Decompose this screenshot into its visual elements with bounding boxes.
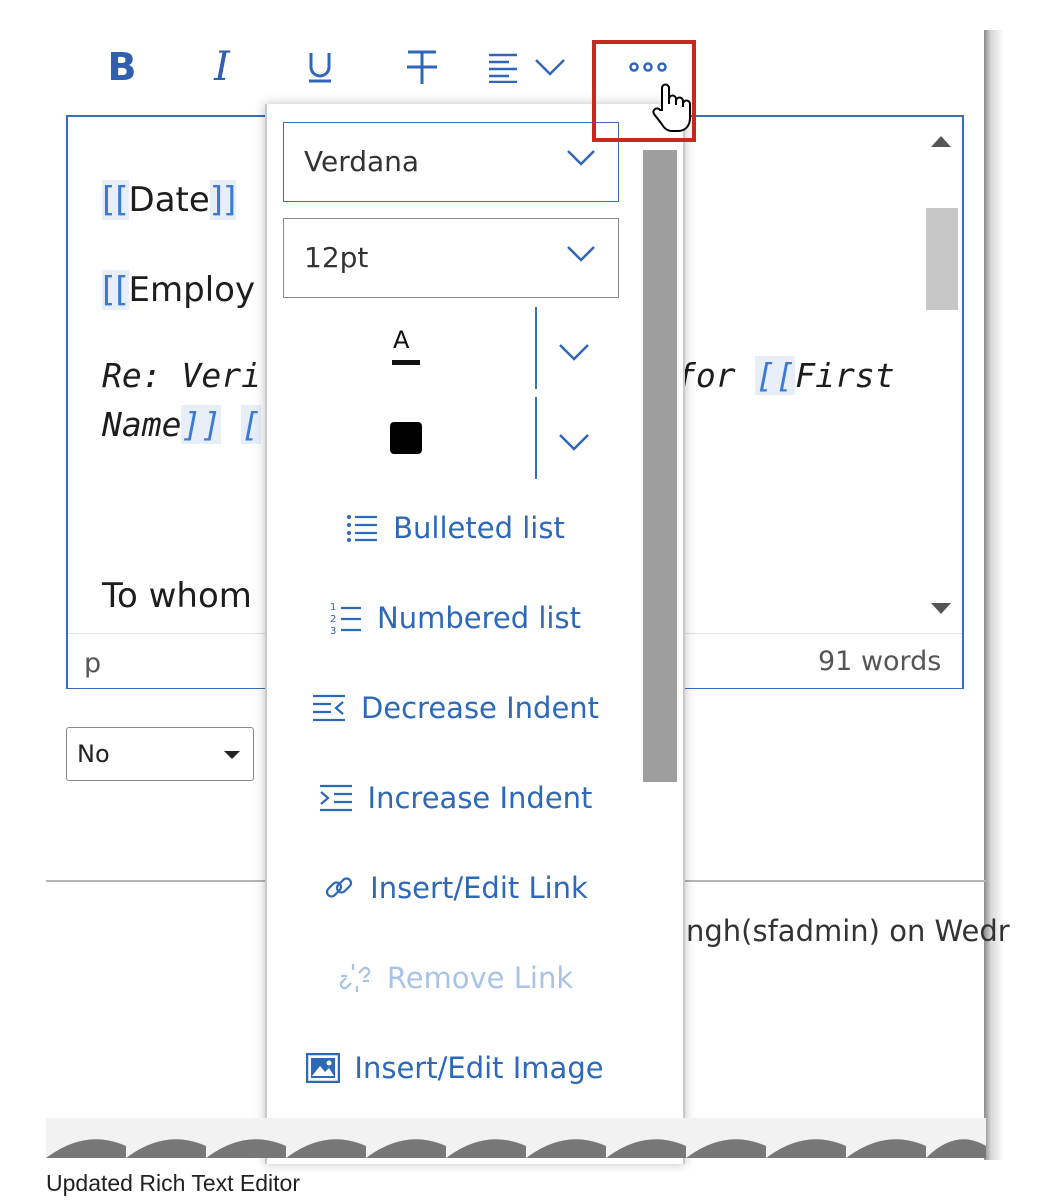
menu-item-decrease-indent[interactable]: Decrease Indent <box>270 678 640 738</box>
svg-text:1: 1 <box>330 602 336 613</box>
menu-item-remove-link[interactable]: Remove Link <box>270 948 640 1008</box>
editor-line-date: [[Date]] <box>102 180 237 220</box>
editor-line-to-whom: To whom <box>102 576 252 616</box>
align-left-icon <box>489 53 517 83</box>
menu-item-label: Bulleted list <box>393 511 565 545</box>
editor-scrollbar-thumb[interactable] <box>926 208 958 310</box>
background-color-button[interactable] <box>390 422 422 454</box>
image-icon <box>306 1053 341 1083</box>
word-count: 91 words <box>818 646 942 677</box>
editor-line-employee: [[Employ <box>102 270 256 310</box>
scroll-up-icon[interactable] <box>930 134 952 148</box>
link-icon <box>322 871 356 905</box>
chevron-down-icon <box>535 59 565 76</box>
menu-item-bulleted-list[interactable]: Bulleted list <box>270 498 640 558</box>
strikethrough-icon <box>407 50 437 84</box>
bold-button[interactable]: B <box>100 44 144 90</box>
text-color-chevron-icon[interactable] <box>558 342 590 362</box>
screenshot-edge-shadow <box>984 30 1004 1160</box>
font-family-value: Verdana <box>304 145 420 178</box>
menu-item-label: Increase Indent <box>367 781 593 815</box>
split-separator <box>535 397 537 479</box>
numbered-list-icon: 123 <box>329 600 363 636</box>
background-color-chevron-icon[interactable] <box>558 432 590 452</box>
hand-pointer-icon <box>652 83 691 132</box>
editor-line-name: Name]] [ <box>102 405 261 444</box>
modified-by-text: ngh(sfadmin) on Wedr <box>686 914 1010 948</box>
menu-item-increase-indent[interactable]: Increase Indent <box>270 768 640 828</box>
increase-indent-icon <box>318 783 354 813</box>
strikethrough-button[interactable] <box>398 44 446 90</box>
menu-item-label: Insert/Edit Link <box>370 871 588 905</box>
select-value: No <box>77 740 110 768</box>
chevron-down-icon <box>567 246 595 262</box>
decrease-indent-icon <box>311 693 347 723</box>
text-color-letter: A <box>393 326 410 354</box>
editor-scrollbar[interactable] <box>922 120 960 632</box>
menu-item-label: Remove Link <box>386 961 574 995</box>
menu-item-numbered-list[interactable]: 123 Numbered list <box>270 588 640 648</box>
font-family-select[interactable]: Verdana <box>283 122 619 202</box>
scroll-down-icon[interactable] <box>930 602 952 616</box>
underline-icon <box>309 53 331 83</box>
menu-item-label: Numbered list <box>377 601 581 635</box>
figure-caption: Updated Rich Text Editor <box>46 1170 300 1196</box>
menu-scrollbar[interactable] <box>643 150 677 782</box>
italic-button[interactable]: I <box>200 44 244 90</box>
editor-line-for-first: for [[First <box>676 356 895 395</box>
menu-item-label: Decrease Indent <box>360 691 600 725</box>
svg-text:2: 2 <box>330 614 336 625</box>
chevron-down-icon <box>567 150 595 166</box>
menu-item-insert-edit-image[interactable]: Insert/Edit Image <box>270 1038 640 1098</box>
underline-button[interactable] <box>296 44 344 90</box>
font-size-select[interactable]: 12pt <box>283 218 619 298</box>
split-separator <box>535 307 537 389</box>
menu-item-insert-edit-link[interactable]: Insert/Edit Link <box>270 858 640 918</box>
element-path[interactable]: p <box>84 648 101 679</box>
font-size-value: 12pt <box>304 241 369 274</box>
bulleted-list-icon <box>345 512 379 544</box>
menu-item-label: Insert/Edit Image <box>354 1051 604 1085</box>
editor-line-re: Re: Verif <box>102 356 281 395</box>
text-color-button[interactable]: A <box>380 324 434 376</box>
text-color-swatch <box>392 360 420 365</box>
unlink-icon <box>337 961 373 995</box>
align-dropdown-button[interactable] <box>482 44 572 90</box>
torn-edge-decoration <box>46 1118 986 1158</box>
caret-down-icon <box>224 751 240 759</box>
svg-text:3: 3 <box>330 626 336 636</box>
yes-no-select[interactable]: No <box>66 727 254 781</box>
